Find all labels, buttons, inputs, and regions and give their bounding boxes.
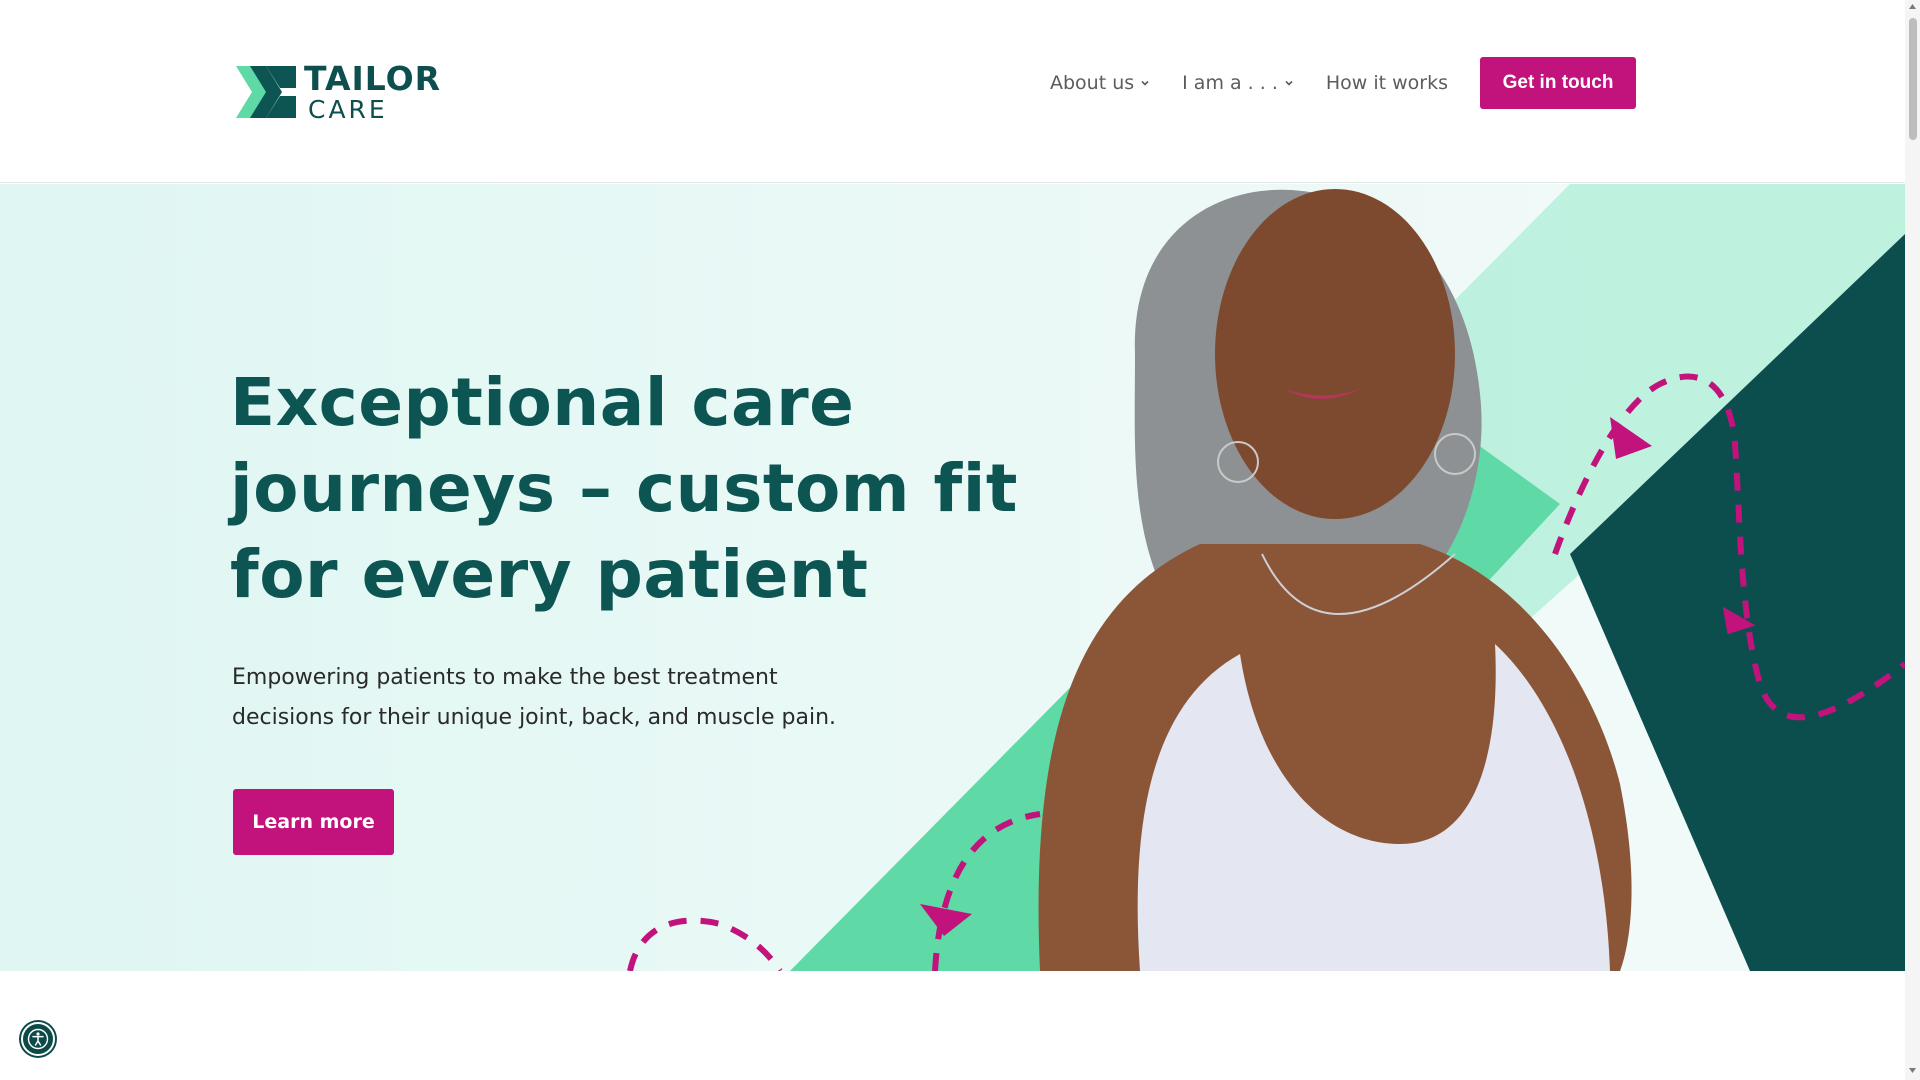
scroll-down-arrow-icon <box>1909 1068 1916 1073</box>
nav-item-label: About us <box>1050 72 1135 94</box>
chevron-down-icon <box>1141 80 1149 86</box>
hero-section: Exceptional care journeys – custom fit f… <box>0 184 1905 971</box>
scrollbar-thumb[interactable] <box>1909 18 1917 140</box>
journey-path-lower <box>627 917 783 971</box>
nav-item-how-it-works[interactable]: How it works <box>1326 72 1448 94</box>
nav-item-i-am-a[interactable]: I am a . . . <box>1182 72 1294 94</box>
accessibility-button[interactable] <box>21 1022 55 1056</box>
page-scrollbar[interactable] <box>1905 0 1920 1080</box>
site-header: TAILOR CARE About us I am a . . . How it… <box>0 0 1905 183</box>
accessibility-icon <box>27 1028 49 1050</box>
learn-more-button[interactable]: Learn more <box>233 789 394 855</box>
hero-subtitle: Empowering patients to make the best tre… <box>232 665 837 730</box>
tailor-care-logo-icon <box>236 66 296 118</box>
get-in-touch-button[interactable]: Get in touch <box>1480 57 1637 109</box>
portrait-face <box>1215 189 1455 519</box>
scroll-up-arrow-icon <box>1909 4 1916 9</box>
nav-item-label: I am a . . . <box>1182 72 1278 94</box>
main-nav: About us I am a . . . How it works Get i… <box>1050 57 1637 109</box>
logo-wordmark: TAILOR CARE <box>304 62 441 122</box>
logo-word-care: CARE <box>308 95 388 124</box>
nav-item-label: How it works <box>1325 72 1449 94</box>
chevron-down-icon <box>1285 80 1293 86</box>
hero-title: Exceptional care journeys – custom fit f… <box>230 364 1018 613</box>
logo-link[interactable]: TAILOR CARE <box>236 60 458 124</box>
scroll-up-button[interactable] <box>1905 2 1920 14</box>
logo-word-tailor: TAILOR <box>304 59 442 98</box>
scroll-down-button[interactable] <box>1905 1066 1920 1078</box>
nav-item-about-us[interactable]: About us <box>1050 72 1150 94</box>
